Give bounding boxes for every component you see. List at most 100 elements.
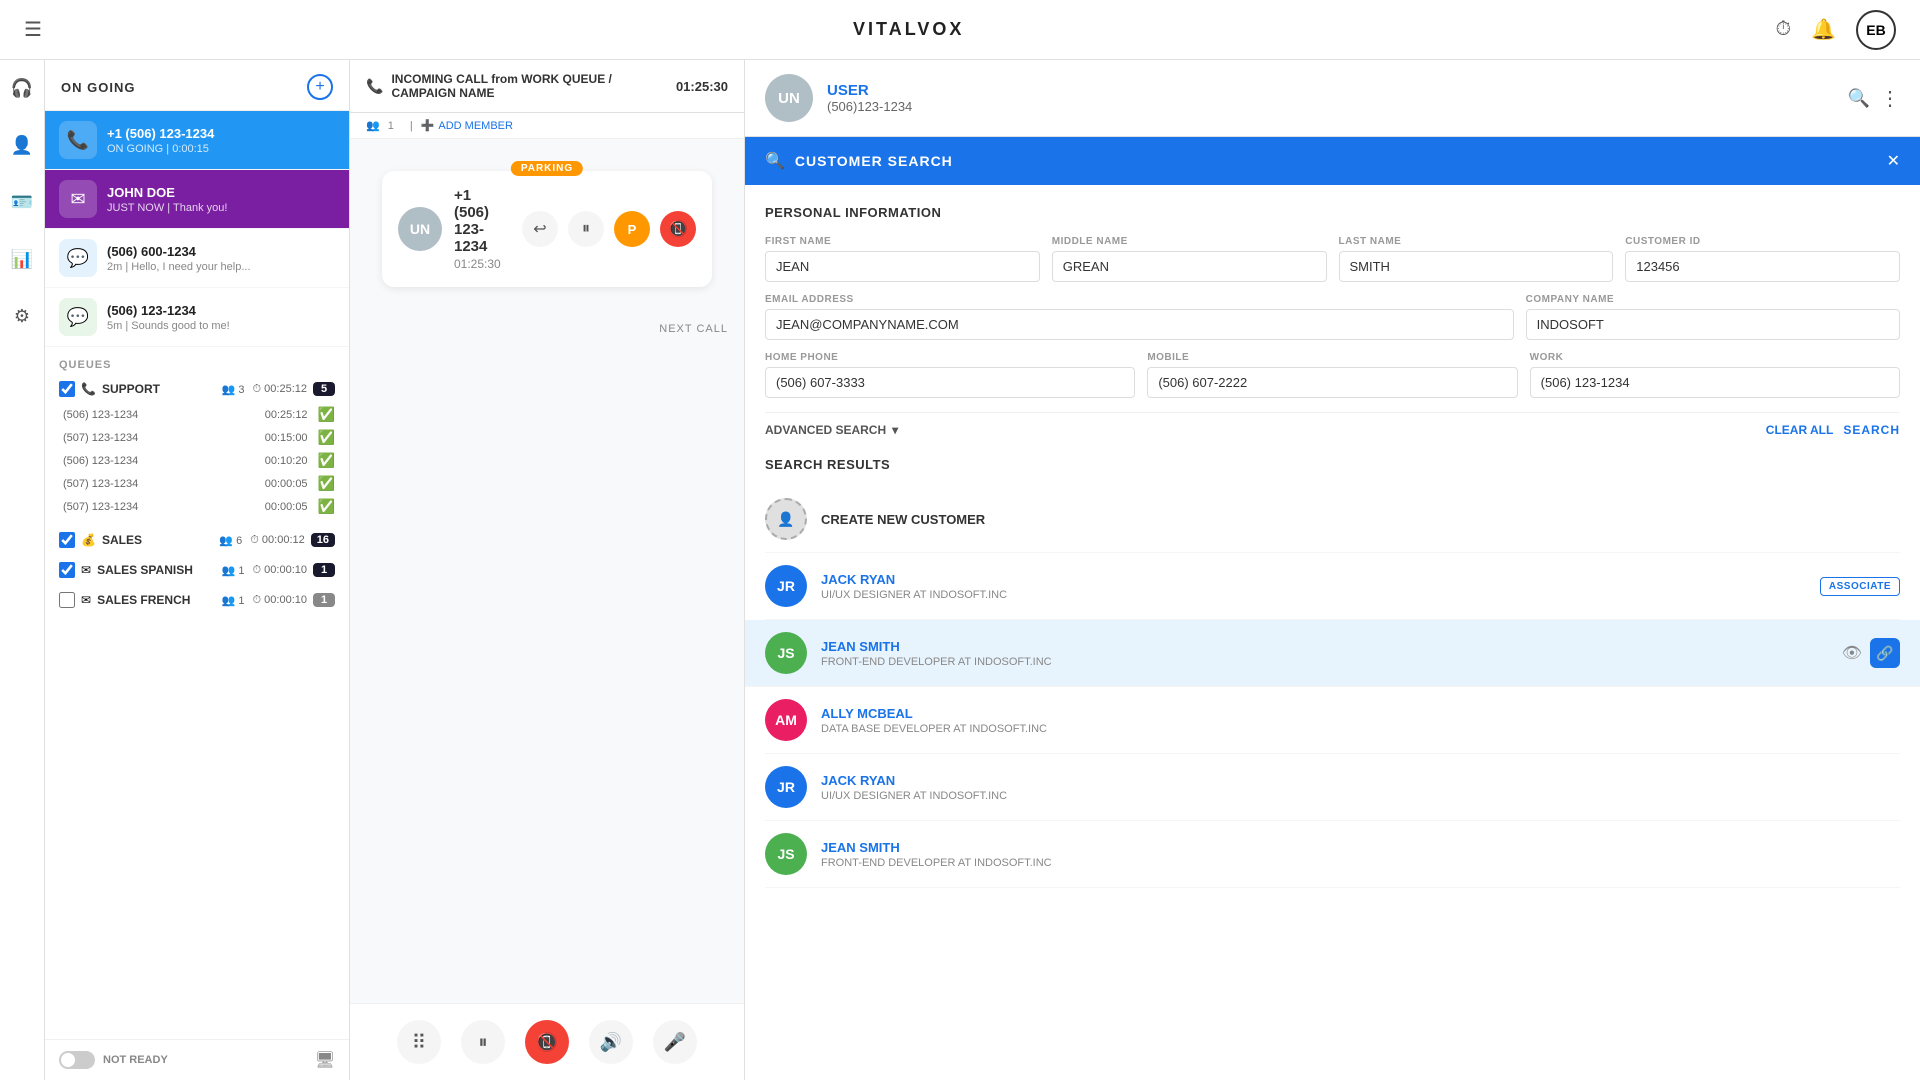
mobile-input[interactable] bbox=[1147, 367, 1517, 398]
advanced-search-toggle[interactable]: ADVANCED SEARCH ▾ bbox=[765, 423, 898, 437]
sidebar-item-reports[interactable]: 📊 bbox=[5, 243, 39, 276]
history-icon[interactable]: ⏱ bbox=[1775, 18, 1791, 41]
queue-checkbox-sales[interactable] bbox=[59, 532, 75, 548]
list-item[interactable]: 📞 +1 (506) 123-1234 ON GOING | 0:00:15 bbox=[45, 111, 349, 170]
user-avatar-right: UN bbox=[765, 74, 813, 122]
hangup-button[interactable]: 📵 bbox=[660, 211, 696, 247]
result-role: FRONT-END DEVELOPER AT INDOSOFT.INC bbox=[821, 656, 1828, 668]
conv-sub: 5m | Sounds good to me! bbox=[107, 320, 335, 332]
middle-panel: 📞 INCOMING CALL from WORK QUEUE / CAMPAI… bbox=[350, 60, 745, 1080]
user-avatar[interactable]: EB bbox=[1856, 10, 1896, 50]
last-name-label: LAST NAME bbox=[1339, 236, 1614, 247]
queues-section: QUEUES 📞 SUPPORT 👥 3 ⏱ 00:25:12 5 (506) … bbox=[45, 347, 349, 1039]
sidebar-item-phone[interactable]: 🎧 bbox=[5, 72, 39, 105]
queue-badge: 1 bbox=[313, 593, 335, 607]
company-input[interactable] bbox=[1526, 309, 1900, 340]
volume-button[interactable]: 🔊 bbox=[589, 1020, 633, 1064]
home-phone-label: HOME PHONE bbox=[765, 352, 1135, 363]
menu-icon[interactable]: ☰ bbox=[24, 17, 42, 42]
sidebar-item-id[interactable]: 🪪 bbox=[5, 186, 39, 219]
bell-icon[interactable]: 🔔 bbox=[1811, 17, 1836, 42]
result-avatar-jr: JR bbox=[765, 565, 807, 607]
participants-icon: 👥 bbox=[366, 119, 380, 132]
queue-name: SALES FRENCH bbox=[97, 593, 216, 607]
company-label: COMPANY NAME bbox=[1526, 294, 1900, 305]
participants-count: 1 bbox=[388, 120, 394, 132]
call-time: 01:25:30 bbox=[454, 257, 510, 271]
queue-checkbox-sales-spanish[interactable] bbox=[59, 562, 75, 578]
user-actions: 🔍 ⋮ bbox=[1848, 86, 1900, 111]
list-item[interactable]: 💬 (506) 600-1234 2m | Hello, I need your… bbox=[45, 229, 349, 288]
list-item[interactable]: 💬 (506) 123-1234 5m | Sounds good to me! bbox=[45, 288, 349, 347]
advanced-search-row: ADVANCED SEARCH ▾ CLEAR ALL SEARCH bbox=[765, 412, 1900, 437]
last-name-input[interactable] bbox=[1339, 251, 1614, 282]
queue-badge: 1 bbox=[313, 563, 335, 577]
view-button[interactable]: 👁 bbox=[1842, 643, 1862, 663]
call-card: PARKING UN +1 (506) 123-1234 01:25:30 ↩ … bbox=[382, 171, 712, 287]
link-button[interactable]: 🔗 bbox=[1870, 638, 1900, 668]
list-item[interactable]: JR JACK RYAN UI/UX DESIGNER AT INDOSOFT.… bbox=[765, 754, 1900, 821]
mic-button[interactable]: 🎤 bbox=[653, 1020, 697, 1064]
conv-info: (506) 600-1234 2m | Hello, I need your h… bbox=[107, 244, 335, 273]
result-role: UI/UX DESIGNER AT INDOSOFT.INC bbox=[821, 790, 1900, 802]
end-call-button[interactable]: 📵 bbox=[525, 1020, 569, 1064]
first-name-input[interactable] bbox=[765, 251, 1040, 282]
sidebar-item-settings[interactable]: ⚙ bbox=[8, 300, 36, 333]
ongoing-header: ON GOING + bbox=[45, 60, 349, 111]
queue-sales-spanish: ✉ SALES SPANISH 👥 1 ⏱ 00:00:10 1 bbox=[59, 562, 335, 578]
queue-meta: 👥 6 ⏱ 00:00:12 bbox=[219, 534, 304, 547]
queue-header: ✉ SALES FRENCH 👥 1 ⏱ 00:00:10 1 bbox=[59, 592, 335, 608]
queue-meta: 👥 1 ⏱ 00:00:10 bbox=[222, 564, 307, 577]
dialpad-button[interactable]: ⠿ bbox=[397, 1020, 441, 1064]
associate-button[interactable]: ASSOCIATE bbox=[1820, 577, 1900, 596]
advanced-search-label: ADVANCED SEARCH bbox=[765, 423, 886, 437]
close-search-button[interactable]: ✕ bbox=[1887, 151, 1900, 171]
list-item[interactable]: ✉ JOHN DOE JUST NOW | Thank you! bbox=[45, 170, 349, 229]
park-button[interactable]: P bbox=[614, 211, 650, 247]
result-info: ALLY MCBEAL DATA BASE DEVELOPER AT INDOS… bbox=[821, 706, 1900, 735]
conv-sub: ON GOING | 0:00:15 bbox=[107, 143, 335, 155]
call-actions: ↩ ⏸ P 📵 bbox=[522, 211, 696, 247]
customer-search-panel: 🔍 CUSTOMER SEARCH ✕ PERSONAL INFORMATION… bbox=[745, 137, 1920, 1080]
add-conversation-button[interactable]: + bbox=[307, 74, 333, 100]
pause-button[interactable]: ⏸ bbox=[461, 1020, 505, 1064]
conv-name: JOHN DOE bbox=[107, 185, 335, 200]
table-row: (506) 123-1234 00:25:12 ✅ bbox=[63, 403, 335, 426]
customer-id-input[interactable] bbox=[1625, 251, 1900, 282]
email-input[interactable] bbox=[765, 309, 1514, 340]
results-title: SEARCH RESULTS bbox=[765, 457, 1900, 472]
result-role: FRONT-END DEVELOPER AT INDOSOFT.INC bbox=[821, 857, 1900, 869]
clear-all-button[interactable]: CLEAR ALL bbox=[1766, 423, 1834, 437]
search-results-section: SEARCH RESULTS 👤 CREATE NEW CUSTOMER JR … bbox=[745, 457, 1920, 908]
queue-checkbox-support[interactable] bbox=[59, 381, 75, 397]
list-item[interactable]: JR JACK RYAN UI/UX DESIGNER AT INDOSOFT.… bbox=[765, 553, 1900, 620]
queue-checkbox-sales-french[interactable] bbox=[59, 592, 75, 608]
add-member-button[interactable]: ➕ ADD MEMBER bbox=[421, 119, 513, 132]
result-role: UI/UX DESIGNER AT INDOSOFT.INC bbox=[821, 589, 1806, 601]
transfer-button[interactable]: ↩ bbox=[522, 211, 558, 247]
user-phone: (506)123-1234 bbox=[827, 99, 1834, 114]
list-item[interactable]: 👤 CREATE NEW CUSTOMER bbox=[765, 486, 1900, 553]
sidebar-item-contacts[interactable]: 👤 bbox=[5, 129, 39, 162]
home-phone-input[interactable] bbox=[765, 367, 1135, 398]
more-options-button[interactable]: ⋮ bbox=[1880, 86, 1900, 111]
middle-name-input[interactable] bbox=[1052, 251, 1327, 282]
form-row-1: FIRST NAME MIDDLE NAME LAST NAME CU bbox=[765, 236, 1900, 282]
incoming-sub: 👥 1 | ➕ ADD MEMBER bbox=[350, 113, 744, 139]
list-item[interactable]: JS JEAN SMITH FRONT-END DEVELOPER AT IND… bbox=[765, 821, 1900, 888]
search-icon-button[interactable]: 🔍 bbox=[1848, 88, 1870, 109]
result-avatar-jr2: JR bbox=[765, 766, 807, 808]
screen-share-icon[interactable]: 🖥 bbox=[315, 1050, 335, 1070]
list-item[interactable]: AM ALLY MCBEAL DATA BASE DEVELOPER AT IN… bbox=[765, 687, 1900, 754]
list-item[interactable]: JS JEAN SMITH FRONT-END DEVELOPER AT IND… bbox=[745, 620, 1920, 687]
not-ready-toggle[interactable] bbox=[59, 1051, 95, 1069]
result-avatar-am: AM bbox=[765, 699, 807, 741]
result-name: CREATE NEW CUSTOMER bbox=[821, 512, 1900, 527]
queue-sales-french: ✉ SALES FRENCH 👥 1 ⏱ 00:00:10 1 bbox=[59, 592, 335, 608]
queue-name: SUPPORT bbox=[102, 382, 216, 396]
left-panel: ON GOING + 📞 +1 (506) 123-1234 ON GOING … bbox=[45, 60, 350, 1080]
work-input[interactable] bbox=[1530, 367, 1900, 398]
search-button[interactable]: SEARCH bbox=[1843, 423, 1900, 437]
hold-button[interactable]: ⏸ bbox=[568, 211, 604, 247]
call-number: +1 (506) 123-1234 bbox=[454, 187, 510, 255]
